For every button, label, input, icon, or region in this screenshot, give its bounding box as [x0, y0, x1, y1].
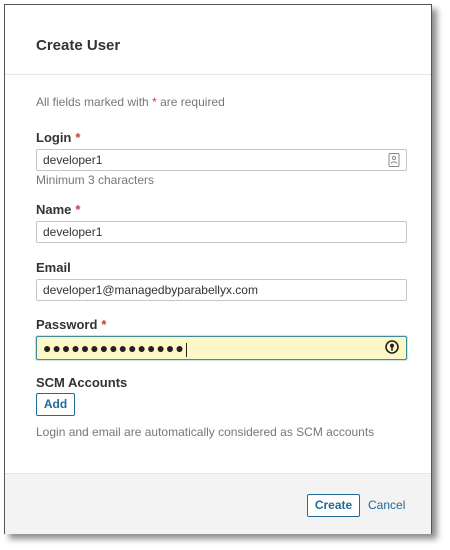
required-fields-note: All fields marked with * are required [36, 95, 225, 109]
create-user-dialog: Create User All fields marked with * are… [4, 4, 432, 534]
login-hint: Minimum 3 characters [36, 173, 155, 187]
password-label: Password * [36, 317, 106, 332]
email-input[interactable]: developer1@managedbyparabellyx.com [36, 279, 407, 301]
name-required-star: * [75, 202, 81, 217]
login-value: developer1 [43, 153, 103, 167]
login-label-text: Login [36, 130, 72, 145]
email-value: developer1@managedbyparabellyx.com [43, 283, 258, 297]
scm-accounts-note: Login and email are automatically consid… [36, 425, 375, 439]
scm-accounts-label: SCM Accounts [36, 375, 128, 390]
dialog-title: Create User [36, 37, 121, 54]
password-manager-icon[interactable] [385, 340, 399, 354]
password-label-text: Password [36, 317, 98, 332]
password-required-star: * [101, 317, 107, 332]
password-masked-value: ●●●●●●●●●●●●●●● [43, 340, 185, 356]
login-label: Login * [36, 130, 80, 145]
text-caret [185, 342, 187, 357]
email-label-text: Email [36, 260, 71, 275]
contact-card-icon[interactable] [388, 153, 400, 167]
email-label: Email [36, 260, 71, 275]
name-input[interactable]: developer1 [36, 221, 407, 243]
required-note-prefix: All fields marked with [36, 95, 149, 109]
name-value: developer1 [43, 225, 103, 239]
login-required-star: * [75, 130, 81, 145]
required-note-suffix: are required [160, 95, 225, 109]
password-input[interactable]: ●●●●●●●●●●●●●●● [36, 336, 407, 360]
dialog-body: All fields marked with * are required Lo… [5, 75, 431, 473]
name-label: Name * [36, 202, 80, 217]
cancel-link[interactable]: Cancel [368, 498, 405, 512]
dialog-header: Create User [5, 5, 431, 75]
required-star: * [152, 95, 157, 109]
dialog-footer: Create Cancel [5, 473, 431, 534]
create-button[interactable]: Create [307, 494, 360, 517]
add-scm-account-button[interactable]: Add [36, 393, 75, 416]
login-input[interactable]: developer1 [36, 149, 407, 171]
name-label-text: Name [36, 202, 72, 217]
